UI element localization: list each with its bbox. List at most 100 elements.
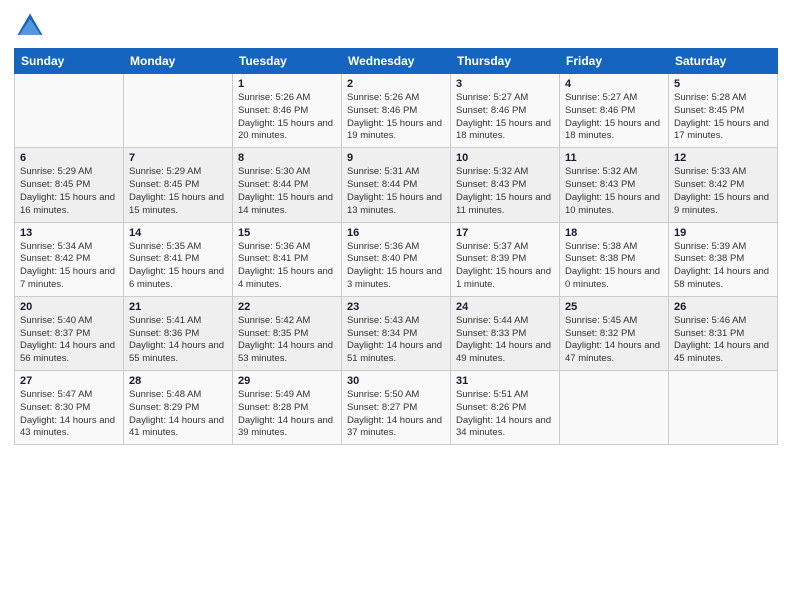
calendar-cell: 25 Sunrise: 5:45 AM Sunset: 8:32 PM Dayli… bbox=[560, 296, 669, 370]
calendar-cell: 2Sunrise: 5:26 AM Sunset: 8:46 PM Daylig… bbox=[342, 74, 451, 148]
calendar-cell: 14 Sunrise: 5:35 AM Sunset: 8:41 PM Dayli… bbox=[124, 222, 233, 296]
calendar-cell: 20 Sunrise: 5:40 AM Sunset: 8:37 PM Dayli… bbox=[15, 296, 124, 370]
calendar-cell: 8 Sunrise: 5:30 AM Sunset: 8:44 PM Daylig… bbox=[233, 148, 342, 222]
calendar-week-row: 13 Sunrise: 5:34 AM Sunset: 8:42 PM Dayli… bbox=[15, 222, 778, 296]
calendar-cell: 19Sunrise: 5:39 AM Sunset: 8:38 PM Dayli… bbox=[669, 222, 778, 296]
day-info: Sunrise: 5:28 AM Sunset: 8:45 PM Dayligh… bbox=[674, 92, 772, 143]
day-info: Sunrise: 5:44 AM Sunset: 8:33 PM Dayligh… bbox=[456, 315, 554, 366]
calendar-cell: 15 Sunrise: 5:36 AM Sunset: 8:41 PM Dayli… bbox=[233, 222, 342, 296]
header bbox=[14, 10, 778, 42]
day-info: Sunrise: 5:48 AM Sunset: 8:29 PM Dayligh… bbox=[129, 389, 227, 440]
day-number: 18 bbox=[565, 227, 663, 239]
day-number: 12 bbox=[674, 152, 772, 164]
page: SundayMondayTuesdayWednesdayThursdayFrid… bbox=[0, 0, 792, 612]
day-number: 10 bbox=[456, 152, 554, 164]
logo-icon bbox=[14, 10, 46, 42]
calendar-cell: 31 Sunrise: 5:51 AM Sunset: 8:26 PM Dayli… bbox=[451, 371, 560, 445]
day-number: 1 bbox=[238, 78, 336, 90]
calendar-cell: 13 Sunrise: 5:34 AM Sunset: 8:42 PM Dayli… bbox=[15, 222, 124, 296]
day-number: 31 bbox=[456, 375, 554, 387]
day-info: Sunrise: 5:36 AM Sunset: 8:41 PM Dayligh… bbox=[238, 241, 336, 292]
calendar-cell: 9 Sunrise: 5:31 AM Sunset: 8:44 PM Daylig… bbox=[342, 148, 451, 222]
day-number: 25 bbox=[565, 301, 663, 313]
weekday-header: Wednesday bbox=[342, 49, 451, 74]
day-number: 29 bbox=[238, 375, 336, 387]
day-number: 7 bbox=[129, 152, 227, 164]
day-number: 6 bbox=[20, 152, 118, 164]
day-info: Sunrise: 5:50 AM Sunset: 8:27 PM Dayligh… bbox=[347, 389, 445, 440]
day-info: Sunrise: 5:37 AM Sunset: 8:39 PM Dayligh… bbox=[456, 241, 554, 292]
day-info: Sunrise: 5:49 AM Sunset: 8:28 PM Dayligh… bbox=[238, 389, 336, 440]
day-number: 8 bbox=[238, 152, 336, 164]
calendar-week-row: 1 Sunrise: 5:26 AM Sunset: 8:46 PM Daylig… bbox=[15, 74, 778, 148]
day-number: 27 bbox=[20, 375, 118, 387]
calendar-cell: 26 Sunrise: 5:46 AM Sunset: 8:31 PM Dayli… bbox=[669, 296, 778, 370]
day-number: 21 bbox=[129, 301, 227, 313]
calendar-header-row: SundayMondayTuesdayWednesdayThursdayFrid… bbox=[15, 49, 778, 74]
day-number: 2 bbox=[347, 78, 445, 90]
day-info: Sunrise: 5:32 AM Sunset: 8:43 PM Dayligh… bbox=[565, 166, 663, 217]
weekday-header: Thursday bbox=[451, 49, 560, 74]
logo bbox=[14, 10, 50, 42]
day-number: 9 bbox=[347, 152, 445, 164]
weekday-header: Tuesday bbox=[233, 49, 342, 74]
day-info: Sunrise: 5:32 AM Sunset: 8:43 PM Dayligh… bbox=[456, 166, 554, 217]
calendar-cell: 17Sunrise: 5:37 AM Sunset: 8:39 PM Dayli… bbox=[451, 222, 560, 296]
day-info: Sunrise: 5:36 AM Sunset: 8:40 PM Dayligh… bbox=[347, 241, 445, 292]
calendar-cell: 3Sunrise: 5:27 AM Sunset: 8:46 PM Daylig… bbox=[451, 74, 560, 148]
day-number: 30 bbox=[347, 375, 445, 387]
day-info: Sunrise: 5:38 AM Sunset: 8:38 PM Dayligh… bbox=[565, 241, 663, 292]
day-info: Sunrise: 5:34 AM Sunset: 8:42 PM Dayligh… bbox=[20, 241, 118, 292]
calendar-cell: 12 Sunrise: 5:33 AM Sunset: 8:42 PM Dayli… bbox=[669, 148, 778, 222]
day-info: Sunrise: 5:45 AM Sunset: 8:32 PM Dayligh… bbox=[565, 315, 663, 366]
day-info: Sunrise: 5:29 AM Sunset: 8:45 PM Dayligh… bbox=[129, 166, 227, 217]
day-info: Sunrise: 5:51 AM Sunset: 8:26 PM Dayligh… bbox=[456, 389, 554, 440]
day-number: 4 bbox=[565, 78, 663, 90]
calendar-cell: 1 Sunrise: 5:26 AM Sunset: 8:46 PM Daylig… bbox=[233, 74, 342, 148]
day-info: Sunrise: 5:40 AM Sunset: 8:37 PM Dayligh… bbox=[20, 315, 118, 366]
calendar-cell: 29 Sunrise: 5:49 AM Sunset: 8:28 PM Dayli… bbox=[233, 371, 342, 445]
day-info: Sunrise: 5:31 AM Sunset: 8:44 PM Dayligh… bbox=[347, 166, 445, 217]
day-info: Sunrise: 5:42 AM Sunset: 8:35 PM Dayligh… bbox=[238, 315, 336, 366]
calendar-cell: 10 Sunrise: 5:32 AM Sunset: 8:43 PM Dayli… bbox=[451, 148, 560, 222]
day-info: Sunrise: 5:47 AM Sunset: 8:30 PM Dayligh… bbox=[20, 389, 118, 440]
day-number: 5 bbox=[674, 78, 772, 90]
day-number: 28 bbox=[129, 375, 227, 387]
day-info: Sunrise: 5:27 AM Sunset: 8:46 PM Dayligh… bbox=[456, 92, 554, 143]
calendar-cell: 11 Sunrise: 5:32 AM Sunset: 8:43 PM Dayli… bbox=[560, 148, 669, 222]
calendar-week-row: 6 Sunrise: 5:29 AM Sunset: 8:45 PM Daylig… bbox=[15, 148, 778, 222]
weekday-header: Friday bbox=[560, 49, 669, 74]
calendar-cell: 24 Sunrise: 5:44 AM Sunset: 8:33 PM Dayli… bbox=[451, 296, 560, 370]
day-info: Sunrise: 5:30 AM Sunset: 8:44 PM Dayligh… bbox=[238, 166, 336, 217]
day-info: Sunrise: 5:46 AM Sunset: 8:31 PM Dayligh… bbox=[674, 315, 772, 366]
day-number: 20 bbox=[20, 301, 118, 313]
calendar-cell: 7 Sunrise: 5:29 AM Sunset: 8:45 PM Daylig… bbox=[124, 148, 233, 222]
day-info: Sunrise: 5:26 AM Sunset: 8:46 PM Dayligh… bbox=[238, 92, 336, 143]
calendar-week-row: 27 Sunrise: 5:47 AM Sunset: 8:30 PM Dayli… bbox=[15, 371, 778, 445]
day-number: 22 bbox=[238, 301, 336, 313]
day-number: 24 bbox=[456, 301, 554, 313]
calendar-cell: 5 Sunrise: 5:28 AM Sunset: 8:45 PM Daylig… bbox=[669, 74, 778, 148]
day-number: 15 bbox=[238, 227, 336, 239]
day-number: 16 bbox=[347, 227, 445, 239]
calendar-cell bbox=[15, 74, 124, 148]
calendar-cell bbox=[560, 371, 669, 445]
calendar-cell: 23Sunrise: 5:43 AM Sunset: 8:34 PM Dayli… bbox=[342, 296, 451, 370]
day-number: 11 bbox=[565, 152, 663, 164]
day-number: 26 bbox=[674, 301, 772, 313]
day-info: Sunrise: 5:35 AM Sunset: 8:41 PM Dayligh… bbox=[129, 241, 227, 292]
weekday-header: Sunday bbox=[15, 49, 124, 74]
calendar-week-row: 20 Sunrise: 5:40 AM Sunset: 8:37 PM Dayli… bbox=[15, 296, 778, 370]
day-number: 14 bbox=[129, 227, 227, 239]
day-number: 13 bbox=[20, 227, 118, 239]
day-info: Sunrise: 5:41 AM Sunset: 8:36 PM Dayligh… bbox=[129, 315, 227, 366]
weekday-header: Monday bbox=[124, 49, 233, 74]
day-number: 19 bbox=[674, 227, 772, 239]
calendar-cell: 28 Sunrise: 5:48 AM Sunset: 8:29 PM Dayli… bbox=[124, 371, 233, 445]
calendar-cell: 6Sunrise: 5:29 AM Sunset: 8:45 PM Daylig… bbox=[15, 148, 124, 222]
calendar-cell: 30 Sunrise: 5:50 AM Sunset: 8:27 PM Dayli… bbox=[342, 371, 451, 445]
day-info: Sunrise: 5:33 AM Sunset: 8:42 PM Dayligh… bbox=[674, 166, 772, 217]
day-info: Sunrise: 5:43 AM Sunset: 8:34 PM Dayligh… bbox=[347, 315, 445, 366]
calendar-cell: 27 Sunrise: 5:47 AM Sunset: 8:30 PM Dayli… bbox=[15, 371, 124, 445]
calendar-cell: 22 Sunrise: 5:42 AM Sunset: 8:35 PM Dayli… bbox=[233, 296, 342, 370]
